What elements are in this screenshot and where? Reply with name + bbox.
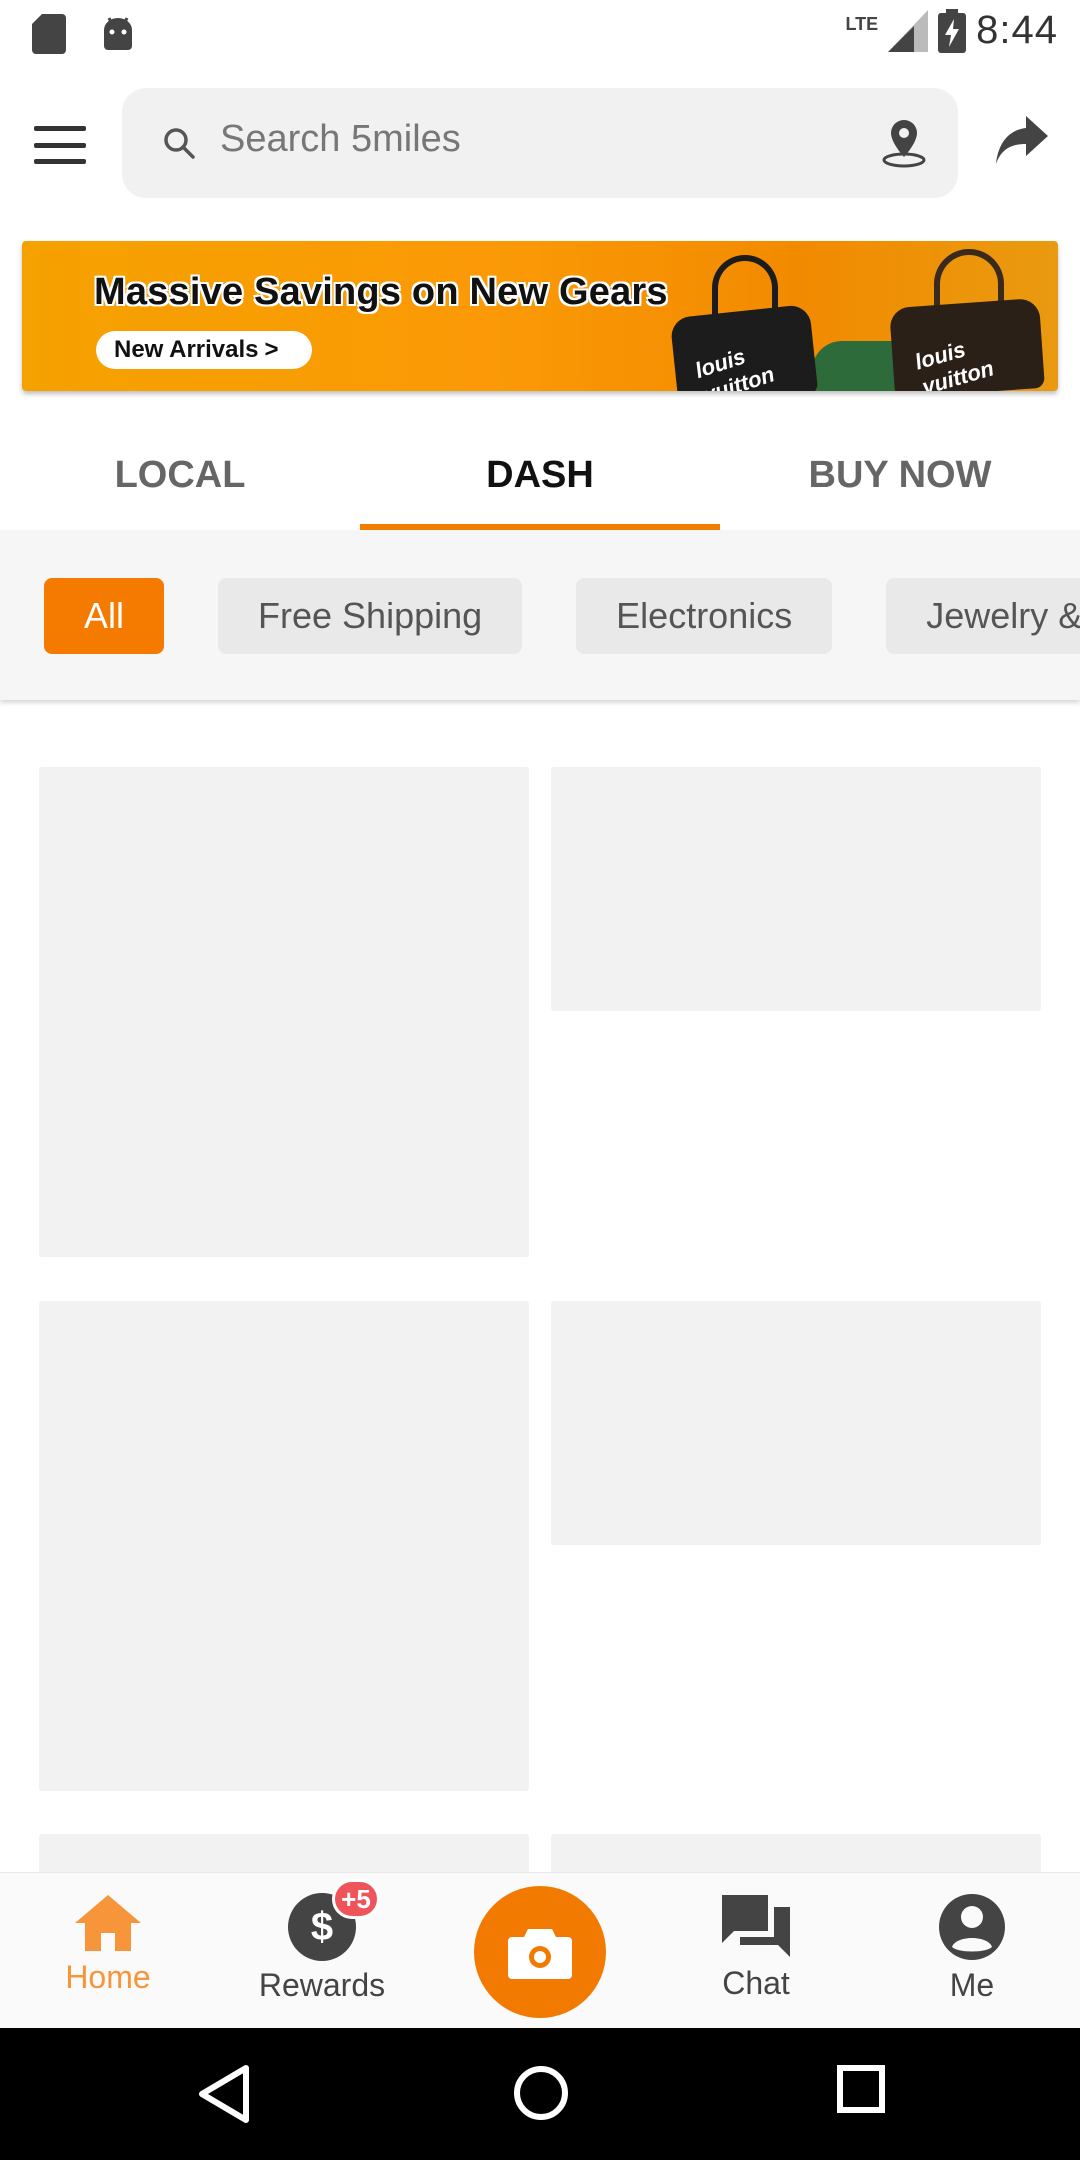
chip-free-shipping[interactable]: Free Shipping xyxy=(218,578,523,654)
nav-rewards[interactable]: $ +5 Rewards xyxy=(222,1879,422,2004)
nav-home-label: Home xyxy=(65,1959,151,1995)
listing-placeholder[interactable] xyxy=(551,767,1041,1011)
network-type-label: LTE xyxy=(845,14,879,34)
search-placeholder: Search 5miles xyxy=(220,118,461,160)
status-time: 8:44 xyxy=(976,8,1058,52)
nav-chat-label: Chat xyxy=(722,1965,790,2001)
filter-chips: All Free Shipping Electronics Jewelry & xyxy=(44,578,1080,654)
chevron-right-icon: > xyxy=(264,336,279,363)
nav-chat[interactable]: Chat xyxy=(656,1893,856,2002)
new-arrivals-button[interactable]: New Arrivals > xyxy=(96,331,312,369)
listing-placeholder[interactable] xyxy=(39,767,529,1257)
chat-icon xyxy=(722,1895,790,1957)
banner-title: Massive Savings on New Gears xyxy=(94,271,668,313)
handbag-image: louis vuitton xyxy=(669,303,819,391)
status-bar: LTE 8:44 xyxy=(0,0,1080,68)
camera-icon xyxy=(508,1929,572,1979)
status-right-icons: LTE 8:44 xyxy=(845,8,1058,53)
battery-charging-icon xyxy=(938,8,967,53)
lte-signal-icon xyxy=(888,9,929,52)
listing-placeholder[interactable] xyxy=(551,1834,1041,1874)
category-tabs: LOCAL DASH BUY NOW xyxy=(0,420,1080,530)
home-circle-icon[interactable] xyxy=(512,2064,570,2122)
nav-me[interactable]: Me xyxy=(872,1893,1072,2004)
top-bar: Search 5miles xyxy=(0,80,1080,210)
sd-card-icon xyxy=(32,14,66,54)
tab-dash[interactable]: DASH xyxy=(360,420,720,530)
camera-sell-button[interactable] xyxy=(474,1886,606,2018)
tab-local[interactable]: LOCAL xyxy=(0,420,360,530)
handbag-image: louis vuitton xyxy=(889,297,1045,391)
chip-all[interactable]: All xyxy=(44,578,165,654)
android-icon xyxy=(104,17,132,50)
profile-icon xyxy=(939,1894,1005,1960)
home-icon xyxy=(75,1895,141,1951)
bag-monogram: louis vuitton xyxy=(691,343,778,391)
back-icon[interactable] xyxy=(196,2064,252,2124)
nav-home[interactable]: Home xyxy=(8,1893,208,1996)
listing-placeholder[interactable] xyxy=(39,1834,529,1874)
promo-banner[interactable]: louis vuitton louis vuitton Massive Savi… xyxy=(22,241,1058,391)
system-navigation-bar xyxy=(0,2028,1080,2160)
chip-electronics[interactable]: Electronics xyxy=(576,578,833,654)
tab-buy-now[interactable]: BUY NOW xyxy=(720,420,1080,530)
search-input[interactable]: Search 5miles xyxy=(122,88,958,198)
chip-jewelry[interactable]: Jewelry & xyxy=(886,578,1080,654)
nav-rewards-label: Rewards xyxy=(258,1967,386,2003)
status-left-icons xyxy=(32,14,136,54)
filter-chips-bar: All Free Shipping Electronics Jewelry & xyxy=(0,530,1080,700)
new-arrivals-label: New Arrivals xyxy=(114,336,259,363)
hamburger-menu-icon[interactable] xyxy=(30,120,90,170)
listing-placeholder[interactable] xyxy=(551,1301,1041,1545)
share-arrow-icon[interactable] xyxy=(994,114,1050,166)
search-icon xyxy=(164,128,195,159)
recents-icon[interactable] xyxy=(836,2064,886,2114)
bag-monogram: louis vuitton xyxy=(912,336,997,391)
dollar-icon: $ +5 xyxy=(288,1879,380,1961)
listing-placeholder[interactable] xyxy=(39,1301,529,1791)
nav-me-label: Me xyxy=(949,1967,995,2003)
location-pin-icon[interactable] xyxy=(880,116,928,168)
rewards-badge: +5 xyxy=(332,1879,380,1919)
